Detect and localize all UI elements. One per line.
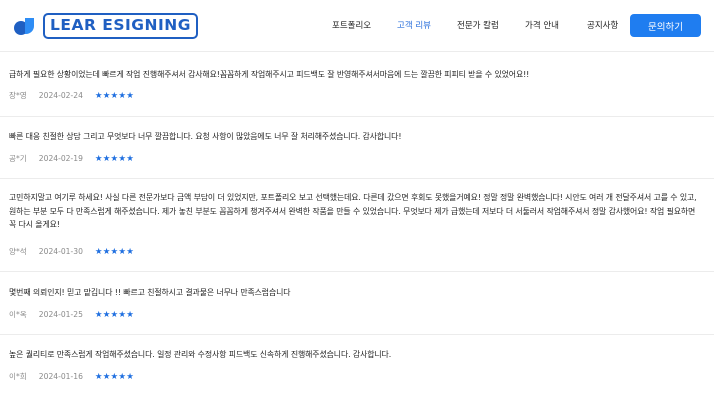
nav-item-reviews[interactable]: 고객 리뷰 bbox=[397, 19, 431, 31]
contact-button[interactable]: 문의하기 bbox=[630, 14, 701, 37]
review-author: 이*옥 bbox=[9, 310, 27, 319]
star-rating-icon: ★★★★★ bbox=[94, 371, 135, 382]
star-rating-icon: ★★★★★ bbox=[94, 309, 135, 320]
review-date: 2024-01-25 bbox=[38, 310, 83, 319]
nav-item-pricing[interactable]: 가격 안내 bbox=[525, 19, 559, 31]
logo-text: LEAR ESIGNING bbox=[50, 16, 191, 35]
divider bbox=[0, 271, 714, 272]
review-item: 급하게 필요한 상황이었는데 빠르게 작업 진행해주셔서 감사해요!꼼꼼하게 작… bbox=[9, 68, 704, 101]
divider bbox=[0, 116, 714, 117]
review-date: 2024-02-19 bbox=[38, 154, 83, 163]
review-date: 2024-01-16 bbox=[38, 372, 83, 381]
site-header: LEAR ESIGNING 포트폴리오 고객 리뷰 전문가 칼럼 가격 안내 공… bbox=[0, 0, 714, 52]
review-item: 빠른 대응 친절한 상담 그리고 무엇보다 너무 깔끔합니다. 요청 사항이 많… bbox=[9, 130, 704, 164]
review-date: 2024-01-30 bbox=[38, 247, 83, 256]
review-text: 고민하지말고 여기루 하세요! 사실 다른 전문가보다 금액 부담이 더 있었지… bbox=[9, 193, 697, 229]
review-text: 높은 퀄리티로 만족스럽게 작업해주셨습니다. 일정 관리와 수정사항 피드백도… bbox=[9, 350, 392, 359]
review-date: 2024-02-24 bbox=[38, 91, 83, 100]
brand-logo[interactable]: LEAR ESIGNING bbox=[12, 12, 198, 40]
review-meta: 양*석 2024-01-30 ★★★★★ bbox=[9, 246, 134, 257]
review-meta: 공*기 2024-02-19 ★★★★★ bbox=[9, 153, 134, 164]
star-rating-icon: ★★★★★ bbox=[94, 153, 135, 164]
review-text: 급하게 필요한 상황이었는데 빠르게 작업 진행해주셔서 감사해요!꼼꼼하게 작… bbox=[9, 70, 530, 79]
review-item: 고민하지말고 여기루 하세요! 사실 다른 전문가보다 금액 부담이 더 있었지… bbox=[9, 191, 704, 257]
review-author: 양*석 bbox=[9, 247, 27, 256]
review-meta: 이*희 2024-01-16 ★★★★★ bbox=[9, 371, 134, 382]
nav-item-portfolio[interactable]: 포트폴리오 bbox=[332, 19, 371, 31]
review-author: 장*영 bbox=[9, 91, 27, 100]
star-rating-icon: ★★★★★ bbox=[94, 246, 135, 257]
review-text: 몇번째 의뢰인지! 믿고 맡깁니다 !! 빠르고 친절하시고 결과물은 너무나 … bbox=[9, 288, 291, 297]
logo-wordmark: LEAR ESIGNING bbox=[43, 13, 198, 39]
review-author: 이*희 bbox=[9, 372, 27, 381]
review-meta: 이*옥 2024-01-25 ★★★★★ bbox=[9, 309, 134, 320]
review-author: 공*기 bbox=[9, 154, 27, 163]
divider bbox=[0, 334, 714, 335]
logo-drop-icon bbox=[12, 13, 38, 39]
review-meta: 장*영 2024-02-24 ★★★★★ bbox=[9, 90, 134, 101]
review-item: 높은 퀄리티로 만족스럽게 작업해주셨습니다. 일정 관리와 수정사항 피드백도… bbox=[9, 348, 704, 382]
review-text: 빠른 대응 친절한 상담 그리고 무엇보다 너무 깔끔합니다. 요청 사항이 많… bbox=[9, 132, 402, 141]
review-item: 몇번째 의뢰인지! 믿고 맡깁니다 !! 빠르고 친절하시고 결과물은 너무나 … bbox=[9, 286, 704, 320]
divider bbox=[0, 178, 714, 179]
nav-item-column[interactable]: 전문가 칼럼 bbox=[457, 19, 499, 31]
nav-item-notice[interactable]: 공지사항 bbox=[587, 19, 618, 31]
star-rating-icon: ★★★★★ bbox=[94, 90, 135, 101]
